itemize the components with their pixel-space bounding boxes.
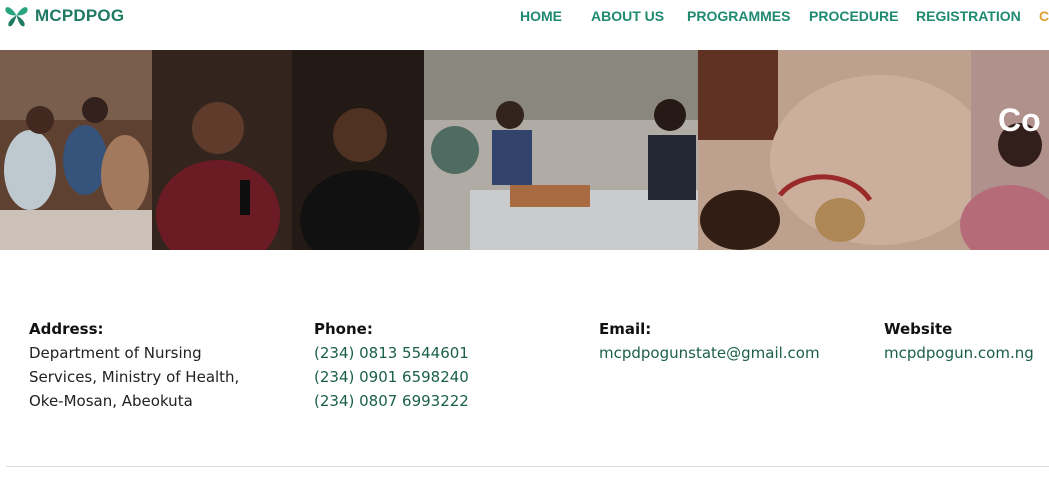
address-line: Services, Ministry of Health, <box>29 368 240 386</box>
nav-programmes[interactable]: PROGRAMMES <box>687 8 790 24</box>
banner-title: Co <box>998 102 1041 138</box>
divider <box>6 466 1049 467</box>
phone-block: Phone: (234) 0813 5544601 (234) 0901 659… <box>314 317 469 413</box>
email-block: Email: mcpdpogunstate@gmail.com <box>599 317 820 365</box>
phone-link[interactable]: (234) 0901 6598240 <box>314 365 469 389</box>
banner-photo-collage <box>0 50 1049 250</box>
hero-banner: Co <box>0 50 1049 250</box>
phone-link[interactable]: (234) 0813 5544601 <box>314 341 469 365</box>
nav-registration[interactable]: REGISTRATION <box>916 8 1021 24</box>
website-link[interactable]: mcpdpogun.com.ng <box>884 341 1034 365</box>
nav-home[interactable]: HOME <box>520 8 562 24</box>
address-heading: Address: <box>29 320 104 338</box>
nav-about-us[interactable]: ABOUT US <box>591 8 664 24</box>
email-heading: Email: <box>599 320 652 338</box>
address-line: Oke-Mosan, Abeokuta <box>29 392 193 410</box>
address-line: Department of Nursing <box>29 344 202 362</box>
website-block: Website mcpdpogun.com.ng <box>884 317 1034 365</box>
website-heading: Website <box>884 320 953 338</box>
phone-heading: Phone: <box>314 320 373 338</box>
navbar: MCPDPOG HOME ABOUT US PROGRAMMES PROCEDU… <box>0 0 1049 50</box>
phone-link[interactable]: (234) 0807 6993222 <box>314 389 469 413</box>
email-link[interactable]: mcpdpogunstate@gmail.com <box>599 341 820 365</box>
nav-procedure[interactable]: PROCEDURE <box>809 8 898 24</box>
main-nav: HOME ABOUT US PROGRAMMES PROCEDURE REGIS… <box>0 8 1049 28</box>
address-block: Address: Department of Nursing Services,… <box>29 317 239 413</box>
nav-contact[interactable]: CO <box>1039 8 1049 24</box>
